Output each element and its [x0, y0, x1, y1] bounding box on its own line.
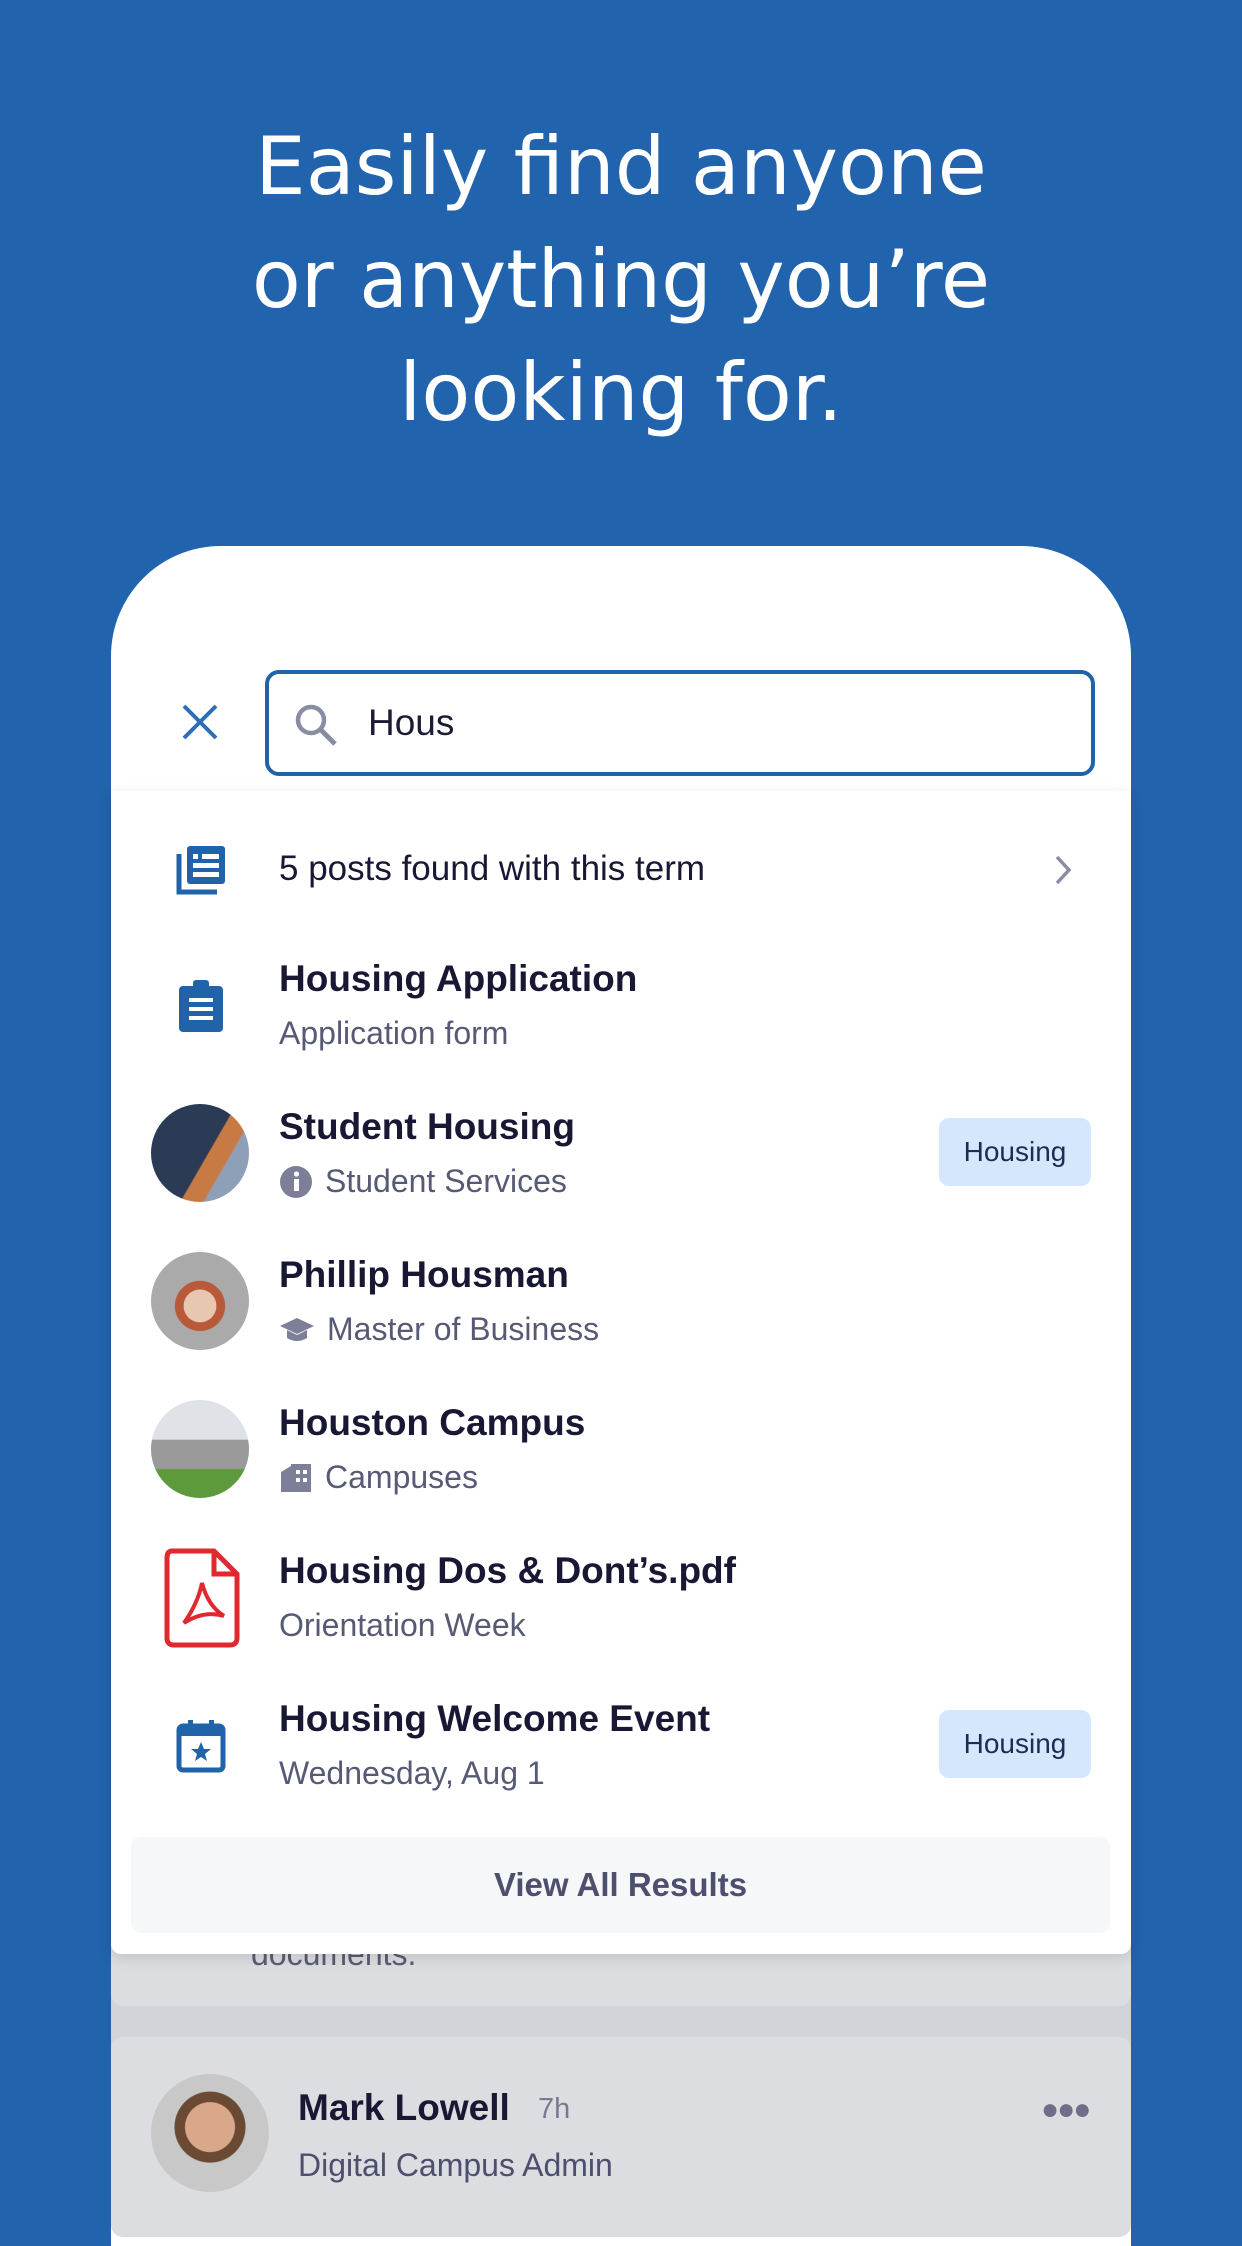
result-item[interactable]: Phillip Housman Master of Business	[111, 1227, 1131, 1375]
subtitle-text: Orientation Week	[279, 1607, 526, 1643]
result-subtitle: Orientation Week	[279, 1607, 526, 1644]
result-item[interactable]: Housing Welcome Event Wednesday, Aug 1 H…	[111, 1671, 1131, 1819]
subtitle-text: Campuses	[325, 1459, 478, 1495]
result-subtitle: Application form	[279, 1015, 508, 1052]
search-input[interactable]: Hous	[265, 670, 1095, 776]
headline-line: looking for.	[399, 346, 843, 439]
headline-line: Easily find anyone	[255, 120, 987, 213]
subtitle-text: Student Services	[325, 1163, 567, 1199]
info-icon	[280, 1165, 312, 1198]
close-icon[interactable]	[178, 700, 222, 744]
posts-found-label: 5 posts found with this term	[279, 849, 706, 888]
result-subtitle: Student Services	[279, 1163, 567, 1200]
category-badge[interactable]: Housing	[939, 1118, 1091, 1186]
pdf-icon	[164, 1548, 240, 1648]
feed-post[interactable]: Mark Lowell 7h Digital Campus Admin ●●●	[111, 2037, 1131, 2237]
result-item[interactable]: Houston Campus Campuses	[111, 1375, 1131, 1523]
result-title: Phillip Housman	[279, 1254, 569, 1295]
result-item[interactable]: Student Housing Student Services Housing	[111, 1079, 1131, 1227]
graduation-cap-icon	[280, 1317, 314, 1341]
result-subtitle: Master of Business	[279, 1311, 599, 1348]
result-subtitle: Wednesday, Aug 1	[279, 1755, 545, 1792]
category-badge[interactable]: Housing	[939, 1710, 1091, 1778]
person-photo	[151, 1252, 249, 1350]
headline-line: or anything you’re	[251, 233, 991, 326]
result-item[interactable]: Housing Application Application form	[111, 931, 1131, 1079]
campus-photo	[151, 1400, 249, 1498]
search-icon	[295, 704, 337, 746]
result-title: Housing Dos & Dont’s.pdf	[279, 1550, 736, 1591]
building-icon	[281, 1463, 311, 1492]
subtitle-text: Application form	[279, 1015, 509, 1051]
post-time: 7h	[538, 2093, 571, 2125]
chevron-right-icon	[1055, 855, 1072, 885]
result-item[interactable]: Housing Dos & Dont’s.pdf Orientation Wee…	[111, 1523, 1131, 1671]
newspaper-icon	[176, 846, 225, 895]
author-avatar[interactable]	[151, 2074, 269, 2192]
headline: Easily find anyone or anything you’re lo…	[0, 110, 1242, 449]
view-all-results-button[interactable]: View All Results	[131, 1837, 1110, 1933]
subtitle-text: Wednesday, Aug 1	[279, 1755, 545, 1791]
author-name[interactable]: Mark Lowell	[298, 2087, 510, 2129]
clipboard-icon	[179, 980, 223, 1032]
result-subtitle: Campuses	[279, 1459, 478, 1496]
author-role: Digital Campus Admin	[298, 2147, 613, 2183]
building-photo	[151, 1104, 249, 1202]
result-title: Houston Campus	[279, 1402, 586, 1443]
result-title: Student Housing	[279, 1106, 575, 1147]
more-options-icon[interactable]: ●●●	[1041, 2093, 1091, 2127]
search-results-dropdown: 5 posts found with this term Housing App…	[111, 791, 1131, 1954]
result-title: Housing Application	[279, 958, 638, 999]
search-query[interactable]: Hous	[368, 702, 454, 744]
subtitle-text: Master of Business	[327, 1311, 600, 1347]
posts-found-row[interactable]: 5 posts found with this term	[111, 796, 1131, 944]
result-title: Housing Welcome Event	[279, 1698, 711, 1739]
calendar-icon	[176, 1720, 226, 1773]
